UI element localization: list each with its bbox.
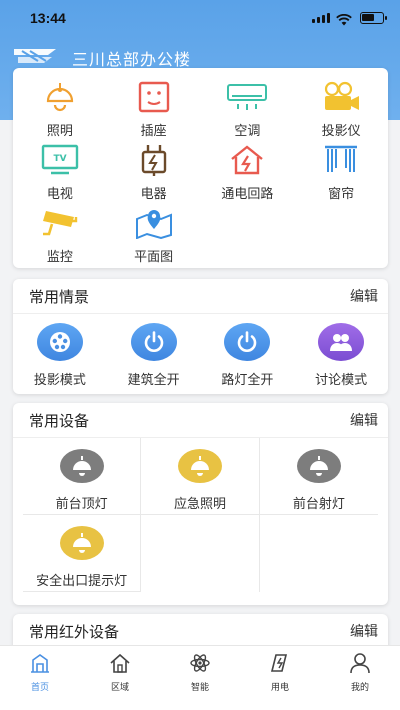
scene-item[interactable]: 投影模式 [13, 323, 107, 388]
category-item-socket[interactable]: 插座 [107, 80, 201, 143]
category-card: 照明 插座 空调 投影仪 TV 电视 电器 通电回路 窗帘 监控 平面图 [13, 68, 388, 268]
power-icon [130, 323, 177, 361]
category-item-air-conditioner[interactable]: 空调 [201, 80, 295, 143]
scenes-header: 常用情景 编辑 [13, 279, 388, 314]
devices-grid: 前台顶灯 应急照明 前台射灯 安全出口提示灯 [13, 438, 388, 592]
lamp-icon [177, 449, 222, 483]
power-circuit-icon [225, 143, 269, 177]
device-empty-cell [141, 515, 260, 592]
category-label: 平面图 [134, 250, 174, 265]
tab-label: 首页 [30, 683, 49, 693]
header-brand: 三川总部办公楼 [12, 46, 191, 70]
wifi-icon [336, 11, 352, 30]
tab-user[interactable]: 我的 [320, 646, 400, 710]
category-label: 通电回路 [221, 187, 274, 202]
socket-icon [132, 80, 176, 114]
category-label: 电器 [140, 187, 167, 202]
tab-label: 我的 [350, 683, 369, 693]
category-item-appliance-plug[interactable]: 电器 [107, 143, 201, 206]
category-grid: 照明 插座 空调 投影仪 TV 电视 电器 通电回路 窗帘 监控 平面图 [13, 68, 388, 269]
scenes-card: 常用情景 编辑 投影模式 建筑全开 路灯全开 讨论模式 [13, 279, 388, 394]
category-label: 监控 [46, 250, 73, 265]
appliance-plug-icon [132, 143, 176, 177]
power-icon [224, 323, 271, 361]
devices-header: 常用设备 编辑 [13, 403, 388, 438]
device-label: 前台顶灯 [55, 497, 108, 512]
scene-label: 路灯全开 [221, 373, 274, 388]
cellular-signal-icon [312, 13, 330, 23]
scene-label: 建筑全开 [127, 373, 180, 388]
status-bar: 13:44 [0, 0, 400, 38]
atom-icon [189, 652, 211, 678]
bottom-tab-bar: 首页 区域 智能 用电 我的 [0, 645, 400, 710]
status-time: 13:44 [30, 10, 66, 26]
ir-devices-title: 常用红外设备 [29, 622, 120, 641]
category-item-map[interactable]: 平面图 [107, 206, 201, 269]
ir-devices-header: 常用红外设备 编辑 [13, 614, 388, 649]
category-label: 窗帘 [328, 187, 355, 202]
category-item-camera[interactable]: 监控 [13, 206, 107, 269]
scene-label: 投影模式 [33, 373, 86, 388]
air-conditioner-icon [225, 80, 269, 114]
devices-card: 常用设备 编辑 前台顶灯 应急照明 前台射灯 安全出口提示灯 [13, 403, 388, 605]
home-building-icon [29, 652, 51, 678]
ceiling-lamp-icon [38, 80, 82, 114]
category-item-power-circuit[interactable]: 通电回路 [201, 143, 295, 206]
scene-item[interactable]: 讨论模式 [294, 323, 388, 388]
tab-label: 用电 [270, 683, 289, 693]
tab-home-building[interactable]: 首页 [0, 646, 80, 710]
scene-item[interactable]: 路灯全开 [201, 323, 295, 388]
tab-label: 区域 [110, 683, 129, 693]
film-reel-icon [36, 323, 83, 361]
scene-item[interactable]: 建筑全开 [107, 323, 201, 388]
scene-label: 讨论模式 [315, 373, 368, 388]
lamp-icon [296, 449, 341, 483]
device-empty-cell [260, 515, 378, 592]
battery-icon [360, 12, 387, 24]
device-item[interactable]: 安全出口提示灯 [23, 515, 142, 592]
device-label: 应急照明 [173, 497, 226, 512]
lamp-icon [59, 526, 104, 560]
group-icon [318, 323, 365, 361]
device-label: 前台射灯 [292, 497, 345, 512]
category-item-projector[interactable]: 投影仪 [294, 80, 388, 143]
building-title[interactable]: 三川总部办公楼 [72, 46, 191, 70]
category-item-ceiling-lamp[interactable]: 照明 [13, 80, 107, 143]
devices-title: 常用设备 [29, 411, 90, 430]
category-label: 插座 [140, 124, 167, 139]
lamp-icon [59, 449, 104, 483]
device-item[interactable]: 前台顶灯 [23, 438, 142, 515]
category-label: 照明 [46, 124, 73, 139]
tv-icon: TV [38, 143, 82, 177]
house-icon [109, 652, 131, 678]
category-item-curtain[interactable]: 窗帘 [294, 143, 388, 206]
tab-label: 智能 [190, 683, 209, 693]
projector-icon [319, 80, 363, 114]
device-item[interactable]: 前台射灯 [259, 438, 378, 515]
devices-edit-button[interactable]: 编辑 [350, 410, 378, 430]
camera-icon [38, 206, 82, 240]
device-label: 安全出口提示灯 [36, 574, 128, 589]
category-label: 电视 [46, 187, 73, 202]
device-item[interactable]: 应急照明 [141, 438, 260, 515]
ir-devices-edit-button[interactable]: 编辑 [350, 621, 378, 641]
tab-atom[interactable]: 智能 [160, 646, 240, 710]
category-item-tv[interactable]: TV 电视 [13, 143, 107, 206]
tab-energy[interactable]: 用电 [240, 646, 320, 710]
category-label: 投影仪 [321, 124, 361, 139]
scenes-grid: 投影模式 建筑全开 路灯全开 讨论模式 [13, 314, 388, 388]
svg-text:TV: TV [53, 154, 66, 164]
scenes-edit-button[interactable]: 编辑 [350, 286, 378, 306]
scenes-title: 常用情景 [29, 287, 90, 306]
energy-icon [269, 652, 291, 678]
tab-house[interactable]: 区域 [80, 646, 160, 710]
curtain-icon [319, 143, 363, 177]
category-label: 空调 [234, 124, 261, 139]
map-icon [132, 206, 176, 240]
user-icon [349, 652, 371, 678]
